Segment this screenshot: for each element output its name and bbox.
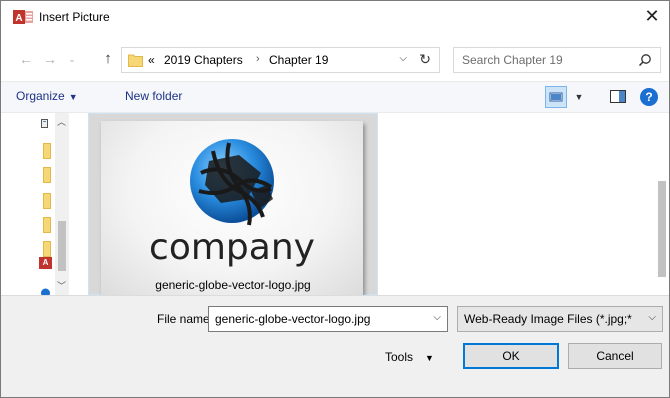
recent-locations-chevron-icon[interactable]: ⌄: [63, 49, 81, 69]
title-bar: A Insert Picture ✕: [1, 1, 669, 33]
organize-menu-button[interactable]: Organize ▼: [16, 89, 78, 103]
nav-folder-icon[interactable]: [43, 241, 51, 257]
search-input[interactable]: [462, 52, 632, 68]
preview-pane-icon[interactable]: [610, 90, 626, 103]
file-name-field-label: File name:: [157, 312, 214, 326]
globe-logo-image: company: [149, 139, 315, 268]
dialog-title: Insert Picture: [39, 10, 110, 24]
close-button[interactable]: ✕: [641, 5, 663, 27]
back-arrow-icon[interactable]: ←: [17, 49, 35, 69]
navigation-pane[interactable]: A ︿ ﹀: [1, 113, 71, 295]
nav-folder-icon[interactable]: [43, 217, 51, 233]
tools-menu-button[interactable]: Tools ▼: [385, 350, 434, 364]
address-dropdown-icon[interactable]: ⌵: [399, 53, 407, 64]
organize-dropdown-icon: ▼: [68, 92, 78, 102]
up-arrow-icon[interactable]: ↑: [99, 49, 117, 69]
this-pc-icon[interactable]: [41, 119, 51, 129]
forward-arrow-icon[interactable]: →: [41, 49, 59, 69]
file-name-field[interactable]: generic-globe-vector-logo.jpg ⌵: [208, 306, 448, 332]
address-bar[interactable]: « 2019 Chapters › Chapter 19 ⌵ ↻: [121, 47, 440, 73]
file-list-pane[interactable]: company generic-globe-vector-logo.jpg: [71, 113, 669, 295]
refresh-icon[interactable]: ↻: [419, 51, 431, 68]
file-type-value[interactable]: Web-Ready Image Files (*.jpg;*: [464, 312, 632, 326]
scroll-up-chevron-icon[interactable]: ︿: [57, 115, 66, 128]
breadcrumb-chapter-19[interactable]: Chapter 19: [269, 53, 328, 67]
nav-folder-icon[interactable]: [43, 143, 51, 159]
cancel-button[interactable]: Cancel: [568, 343, 662, 369]
tools-dropdown-icon: ▼: [425, 353, 434, 363]
file-type-dropdown-icon[interactable]: ⌵: [648, 312, 656, 323]
address-row: ← → ⌄ ↑ « 2019 Chapters › Chapter 19 ⌵ ↻: [1, 45, 669, 75]
change-view-button[interactable]: [545, 86, 567, 108]
breadcrumb-separator: ›: [256, 53, 260, 65]
onedrive-cloud-icon[interactable]: [39, 283, 52, 295]
folder-icon: [128, 54, 143, 67]
address-overflow-marker[interactable]: «: [148, 53, 155, 67]
dialog-footer: File name: generic-globe-vector-logo.jpg…: [1, 295, 669, 397]
scroll-down-chevron-icon[interactable]: ﹀: [57, 279, 66, 292]
insert-picture-dialog: A Insert Picture ✕ ← → ⌄ ↑ « 2019 Chapte…: [0, 0, 670, 398]
tools-label: Tools: [385, 350, 414, 364]
file-tile[interactable]: company generic-globe-vector-logo.jpg: [88, 113, 378, 295]
ok-button[interactable]: OK: [463, 343, 559, 369]
navigation-scroll-thumb[interactable]: [58, 221, 66, 271]
breadcrumb-2019-chapters[interactable]: 2019 Chapters: [164, 53, 243, 67]
organize-label: Organize: [16, 89, 65, 103]
search-box[interactable]: [453, 47, 661, 73]
file-name-dropdown-icon[interactable]: ⌵: [433, 312, 441, 323]
command-toolbar: Organize ▼ New folder ▼ ?: [1, 81, 669, 113]
help-icon[interactable]: ?: [640, 88, 658, 106]
file-name-label[interactable]: generic-globe-vector-logo.jpg: [89, 278, 377, 292]
thumbnail-logo-text: company: [149, 227, 315, 268]
view-options-dropdown-icon[interactable]: ▼: [571, 86, 587, 108]
svg-text:A: A: [15, 13, 22, 24]
access-file-icon[interactable]: A: [39, 257, 52, 269]
nav-folder-icon[interactable]: [43, 167, 51, 183]
file-type-select[interactable]: Web-Ready Image Files (*.jpg;* ⌵: [457, 306, 663, 332]
content-scrollbar[interactable]: [655, 113, 669, 295]
nav-folder-icon[interactable]: [43, 193, 51, 209]
access-app-icon: A: [13, 10, 33, 24]
image-thumbnail: company: [101, 121, 363, 295]
file-tile-selection: company generic-globe-vector-logo.jpg: [89, 114, 377, 295]
search-icon[interactable]: [638, 53, 652, 67]
new-folder-button[interactable]: New folder: [125, 89, 182, 103]
content-scroll-thumb[interactable]: [658, 181, 666, 277]
file-name-value[interactable]: generic-globe-vector-logo.jpg: [215, 312, 370, 326]
large-icons-view-icon: [549, 92, 563, 102]
navigation-scrollbar[interactable]: ︿ ﹀: [55, 113, 69, 295]
